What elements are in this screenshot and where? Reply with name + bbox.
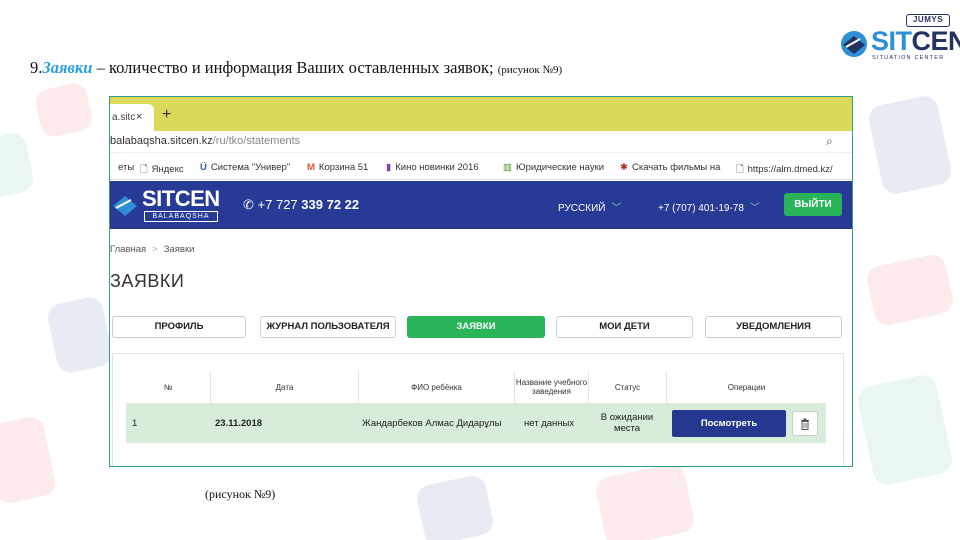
decorative-tile (0, 130, 36, 200)
decorative-tile (864, 252, 956, 328)
bookmark-item[interactable]: еты (114, 162, 134, 173)
nav-profile-button[interactable]: ПРОФИЛЬ (112, 316, 246, 338)
breadcrumb-home[interactable]: Главная (110, 244, 146, 255)
bookmark-item[interactable]: ▥ Юридические науки (503, 162, 604, 173)
univer-icon: Ü (200, 162, 207, 173)
bookmarks-bar: еты 🗋 Яндекс Ü Система "Универ" M Корзина 5… (110, 154, 852, 180)
m-icon: M (307, 162, 315, 173)
column-header: Статус (588, 371, 666, 403)
nav-requests-button[interactable]: ЗАЯВКИ (407, 316, 545, 338)
sitcen-subtitle: SITUATION CENTER (872, 55, 945, 61)
column-header: Операции (666, 371, 826, 403)
nav-my-children-button[interactable]: МОИ ДЕТИ (556, 316, 693, 338)
decorative-tile (45, 294, 115, 376)
column-header: Название учебного заведения (514, 371, 588, 403)
decorative-tile (855, 372, 955, 488)
row-child-name: Жандарбеков Алмас Дидарұлы (362, 417, 502, 429)
bookmark-item[interactable]: Ü Система "Универ" (200, 162, 290, 173)
heading-highlight: Заявки (42, 58, 93, 77)
new-tab-icon[interactable]: + (162, 107, 171, 123)
phone-number[interactable]: ✆ +7 727 339 72 22 (243, 197, 359, 213)
sitcen-wordmark: SITCEN (871, 26, 960, 56)
column-header: ФИО ребёнка (358, 371, 514, 403)
bookmark-item[interactable]: ▮ Кино новинки 2016 (386, 162, 479, 173)
delete-button[interactable] (792, 411, 818, 436)
figure-caption: (рисунок №9) (205, 487, 276, 501)
search-icon[interactable]: ⌕ (826, 134, 833, 149)
row-date: 23.11.2018 (215, 417, 263, 429)
page-icon: 🗋 (140, 164, 148, 175)
page-title: ЗАЯВКИ (110, 271, 185, 291)
bookmark-item[interactable]: ✱ Скачать фильмы на (620, 162, 720, 173)
row-institution: нет данных (524, 417, 575, 429)
secondary-phone-selector[interactable]: +7 (707) 401-19-78 ﹀ (658, 199, 760, 214)
bookmark-item[interactable]: 🗋 Яндекс (140, 162, 184, 178)
page-icon: 🗋 (736, 164, 744, 175)
kino-icon: ▮ (386, 162, 392, 173)
column-header: Дата (210, 371, 358, 403)
bookmark-item[interactable]: 🗋 https://alm.dmed.kz/ (736, 162, 833, 178)
bookmark-item[interactable]: M Корзина 51 (307, 162, 368, 173)
view-button[interactable]: Посмотреть (672, 410, 786, 437)
decorative-tile (414, 473, 496, 540)
column-header: № (163, 382, 173, 392)
table-header: № Дата ФИО ребёнка Название учебного зав… (126, 371, 826, 403)
chevron-down-icon: ﹀ (611, 203, 622, 214)
sitcen-globe-icon (113, 196, 137, 216)
logout-button[interactable]: ВЫЙТИ (784, 193, 842, 216)
phone-icon: ✆ (243, 197, 254, 212)
browser-tab[interactable]: a.sitc × (110, 104, 154, 131)
table-row: 1 23.11.2018 Жандарбеков Алмас Дидарұлы … (126, 403, 826, 443)
bug-icon: ✱ (620, 162, 628, 173)
slide-heading: 9.Заявки – количество и информация Ваших… (30, 58, 563, 77)
decorative-tile (0, 414, 58, 506)
decorative-tile (33, 81, 95, 139)
nav-notifications-button[interactable]: УВЕДОМЛЕНИЯ (705, 316, 842, 338)
decorative-tile (866, 93, 954, 197)
url-text: balabaqsha.sitcen.kz/ru/tko/statements (110, 135, 301, 147)
chevron-right-icon: > (152, 244, 158, 255)
language-selector[interactable]: РУССКИЙ ﹀ (558, 199, 621, 214)
row-number: 1 (132, 417, 138, 429)
breadcrumb: Главная > Заявки (110, 244, 195, 255)
decorative-tile (593, 461, 697, 540)
address-bar[interactable]: balabaqsha.sitcen.kz/ru/tko/statements ⌕ (110, 131, 852, 153)
chevron-down-icon: ﹀ (749, 203, 760, 214)
sitcen-globe-icon (841, 31, 867, 57)
browser-tab-bar: a.sitc × + (110, 97, 852, 131)
row-status: В ожидании места (600, 412, 654, 434)
site-logo[interactable]: SITCEN BALABAQSHA (112, 187, 222, 223)
nav-user-journal-button[interactable]: ЖУРНАЛ ПОЛЬЗОВАТЕЛЯ (260, 316, 396, 338)
trash-icon (801, 418, 809, 430)
site-header: SITCEN BALABAQSHA ✆ +7 727 339 72 22 РУС… (110, 181, 852, 229)
chart-icon: ▥ (503, 162, 512, 173)
close-tab-icon[interactable]: × (136, 111, 142, 123)
sitcen-logo: JUMYS SITCEN SITUATION CENTER (838, 12, 960, 62)
browser-screenshot: a.sitc × + balabaqsha.sitcen.kz/ru/tko/s… (109, 96, 853, 467)
